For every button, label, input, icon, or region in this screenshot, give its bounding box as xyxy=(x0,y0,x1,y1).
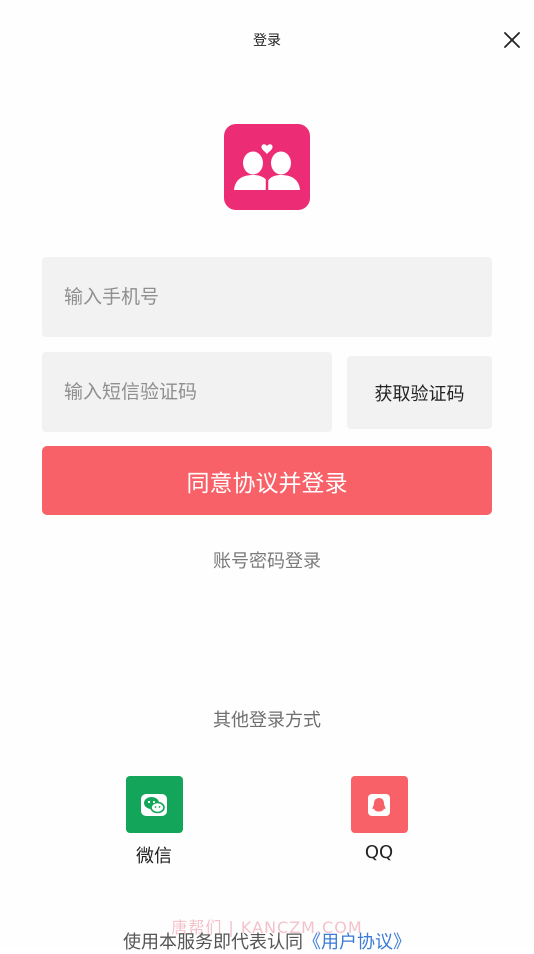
sms-code-input[interactable] xyxy=(42,352,332,432)
qq-login-button[interactable]: QQ xyxy=(339,776,419,863)
phone-input[interactable] xyxy=(42,257,492,337)
qq-icon xyxy=(368,793,390,816)
user-agreement-link[interactable]: 《用户协议》 xyxy=(303,932,411,953)
wechat-label: 微信 xyxy=(136,846,172,867)
wechat-icon xyxy=(141,793,167,816)
app-logo xyxy=(224,124,310,210)
agreement-prefix: 使用本服务即代表认同 xyxy=(123,932,303,953)
agree-and-login-button[interactable]: 同意协议并登录 xyxy=(42,446,492,515)
close-icon[interactable] xyxy=(500,28,524,52)
password-login-link[interactable]: 账号密码登录 xyxy=(0,547,534,573)
login-page: 登录 获取验证码 同意协议并登录 账号密码登录 其他登录方式 xyxy=(0,0,534,953)
qq-tile[interactable] xyxy=(350,776,408,833)
get-code-button[interactable]: 获取验证码 xyxy=(347,356,492,429)
page-title: 登录 xyxy=(253,33,281,49)
phone-field[interactable] xyxy=(42,257,492,337)
couple-icon xyxy=(234,144,300,190)
sms-code-field[interactable] xyxy=(42,352,332,432)
qq-label: QQ xyxy=(364,842,394,863)
other-login-label: 其他登录方式 xyxy=(213,710,321,731)
wechat-tile[interactable] xyxy=(125,776,183,833)
wechat-login-button[interactable]: 微信 xyxy=(114,776,194,868)
agreement-text: 使用本服务即代表认同《用户协议》 xyxy=(0,928,534,954)
